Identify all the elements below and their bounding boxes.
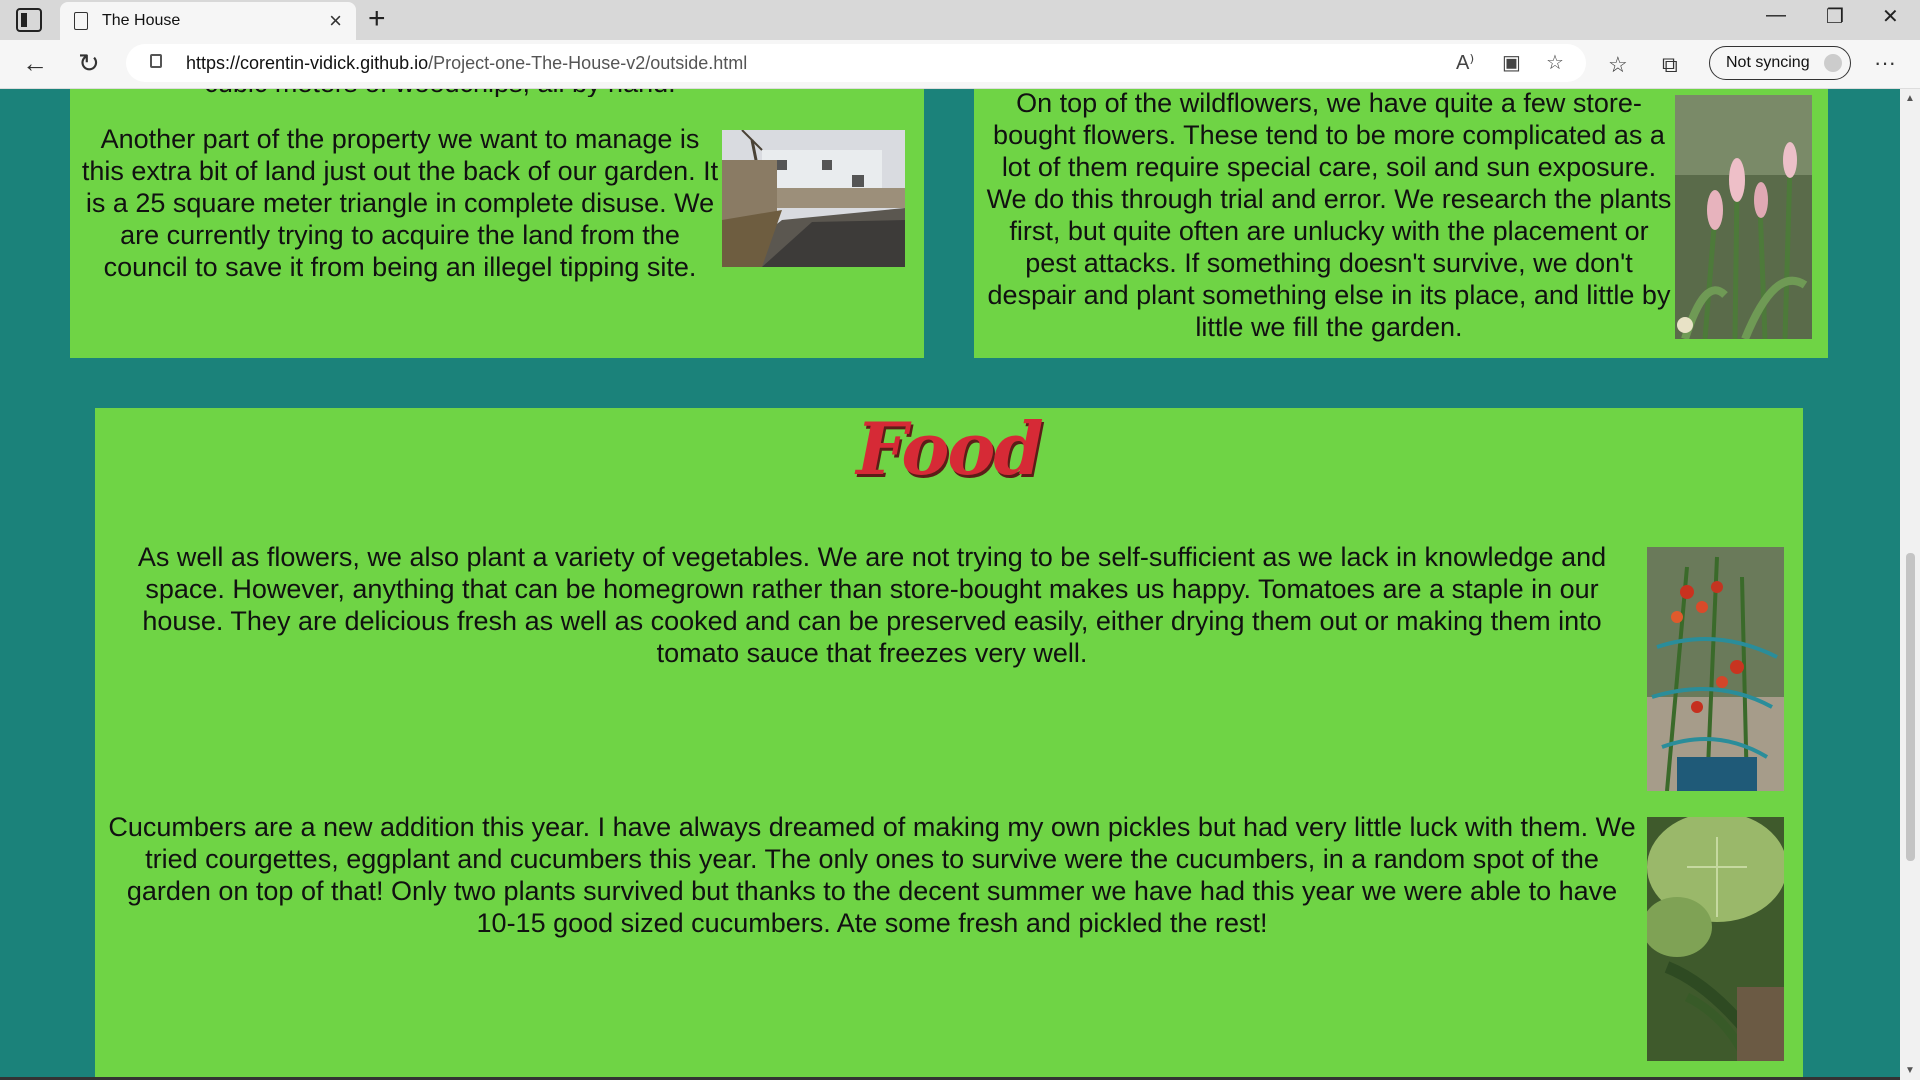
flowers-text: On top of the wildflowers, we have quite… <box>986 89 1672 342</box>
back-icon[interactable]: ← <box>22 48 48 79</box>
url-text[interactable]: https://corentin-vidick.github.io/Projec… <box>186 53 747 74</box>
favorites-icon[interactable]: ☆ <box>1608 52 1628 78</box>
url-host: https://corentin-vidick.github.io <box>186 53 429 73</box>
flowers-card: On top of the wildflowers, we have quite… <box>974 89 1828 358</box>
food-card: Food As well as flowers, we also plant a… <box>95 408 1803 1080</box>
land-text: Another part of the property we want to … <box>81 124 719 282</box>
refresh-icon[interactable]: ↻ <box>78 48 100 79</box>
tomatoes-photo <box>1647 547 1784 791</box>
tab-actions-icon[interactable] <box>16 8 42 32</box>
backyard-land-photo <box>722 130 905 267</box>
scrollbar-thumb[interactable] <box>1906 553 1915 861</box>
scroll-up-icon[interactable]: ▲ <box>1905 93 1915 104</box>
avatar <box>1824 54 1842 72</box>
flowers-photo <box>1675 95 1812 339</box>
collections-icon[interactable]: ⧉ <box>1662 52 1678 78</box>
page-content: cubic meters of woodchips, all by hand. … <box>0 89 1900 1080</box>
food-heading: Food <box>856 406 1044 491</box>
new-tab-icon[interactable]: + <box>368 2 386 36</box>
land-cut-text: cubic meters of woodchips, all by hand. <box>90 89 790 97</box>
address-bar[interactable]: https://corentin-vidick.github.io/Projec… <box>126 44 1586 82</box>
cucumbers-photo <box>1647 817 1784 1061</box>
food-paragraph-cucumbers: Cucumbers are a new addition this year. … <box>108 812 1636 938</box>
tab-strip: The House × + — ❐ ✕ <box>0 0 1920 40</box>
restore-icon[interactable]: ❐ <box>1826 4 1844 29</box>
lock-icon[interactable] <box>150 54 162 68</box>
browser-tab[interactable]: The House × <box>60 2 356 40</box>
page-scrollbar[interactable]: ▲ ▼ <box>1900 89 1920 1080</box>
tab-title: The House <box>102 12 181 29</box>
profile-sync-button[interactable]: Not syncing <box>1709 46 1851 80</box>
land-card: cubic meters of woodchips, all by hand. … <box>70 89 924 358</box>
more-menu-icon[interactable]: ··· <box>1874 50 1896 76</box>
sync-label: Not syncing <box>1726 54 1810 71</box>
scroll-down-icon[interactable]: ▼ <box>1905 1065 1915 1076</box>
read-aloud-icon[interactable]: A⁾ <box>1456 50 1474 75</box>
url-path: /Project-one-The-House-v2/outside.html <box>428 53 748 73</box>
add-favorite-icon[interactable]: ☆ <box>1546 50 1564 75</box>
page-icon <box>74 12 88 30</box>
close-tab-icon[interactable]: × <box>329 10 342 32</box>
close-window-icon[interactable]: ✕ <box>1882 4 1899 29</box>
food-paragraph-tomatoes: As well as flowers, we also plant a vari… <box>137 542 1607 668</box>
immersive-reader-icon[interactable]: ▣ <box>1502 50 1521 75</box>
minimize-icon[interactable]: — <box>1766 4 1786 27</box>
browser-toolbar: ← ↻ https://corentin-vidick.github.io/Pr… <box>0 40 1920 89</box>
